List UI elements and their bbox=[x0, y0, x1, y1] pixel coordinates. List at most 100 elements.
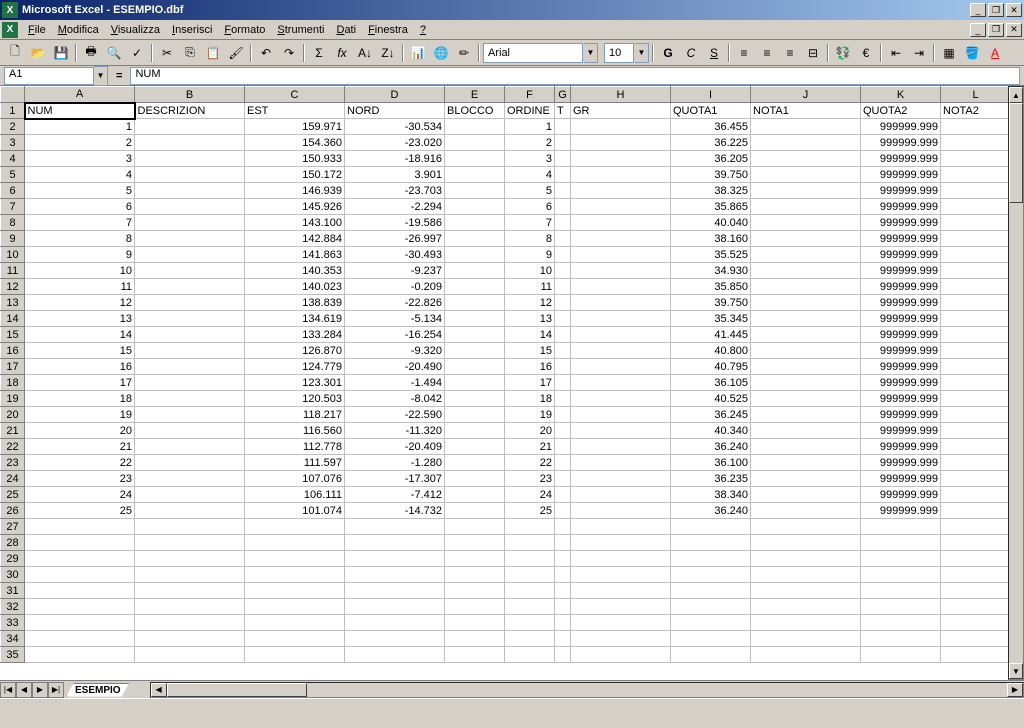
cell[interactable] bbox=[571, 167, 671, 183]
save-icon[interactable]: 💾 bbox=[50, 42, 72, 64]
cell[interactable]: 112.778 bbox=[245, 439, 345, 455]
new-icon[interactable]: 🗋 bbox=[4, 42, 26, 64]
row-header[interactable]: 21 bbox=[1, 423, 25, 439]
cell[interactable] bbox=[345, 567, 445, 583]
cell[interactable] bbox=[555, 199, 571, 215]
row-header[interactable]: 17 bbox=[1, 359, 25, 375]
menu-finestra[interactable]: Finestra bbox=[362, 22, 414, 38]
cell[interactable] bbox=[941, 503, 1011, 519]
scroll-up-icon[interactable]: ▲ bbox=[1009, 87, 1023, 103]
spreadsheet-grid[interactable]: ABCDEFGHIJKL1NUMDESCRIZIONESTNORDBLOCCOO… bbox=[0, 86, 1011, 663]
cell[interactable] bbox=[505, 519, 555, 535]
col-header-D[interactable]: D bbox=[345, 87, 445, 103]
cell[interactable]: 25 bbox=[25, 503, 135, 519]
font-combo[interactable]: Arial bbox=[483, 43, 583, 63]
cell[interactable] bbox=[445, 359, 505, 375]
cell[interactable] bbox=[571, 199, 671, 215]
cell[interactable] bbox=[941, 455, 1011, 471]
cell[interactable]: 6 bbox=[505, 199, 555, 215]
cell[interactable] bbox=[25, 631, 135, 647]
cell[interactable]: 20 bbox=[505, 423, 555, 439]
cell[interactable]: 35.865 bbox=[671, 199, 751, 215]
last-sheet-icon[interactable]: ▶| bbox=[48, 682, 64, 698]
cell[interactable]: 41.445 bbox=[671, 327, 751, 343]
cell[interactable] bbox=[555, 279, 571, 295]
cell[interactable] bbox=[571, 647, 671, 663]
cell[interactable]: 134.619 bbox=[245, 311, 345, 327]
cell[interactable] bbox=[941, 583, 1011, 599]
cell[interactable] bbox=[941, 519, 1011, 535]
cell[interactable] bbox=[135, 519, 245, 535]
col-header-B[interactable]: B bbox=[135, 87, 245, 103]
cell[interactable] bbox=[571, 503, 671, 519]
cell[interactable]: 36.455 bbox=[671, 119, 751, 135]
cell[interactable] bbox=[941, 135, 1011, 151]
cell[interactable] bbox=[505, 567, 555, 583]
cell[interactable] bbox=[751, 375, 861, 391]
align-center-icon[interactable]: ≡ bbox=[756, 42, 778, 64]
cell[interactable]: 14 bbox=[25, 327, 135, 343]
cell[interactable] bbox=[571, 247, 671, 263]
cell[interactable] bbox=[135, 375, 245, 391]
cell[interactable]: -8.042 bbox=[345, 391, 445, 407]
cell[interactable] bbox=[555, 567, 571, 583]
cell[interactable] bbox=[941, 343, 1011, 359]
cell[interactable]: 124.779 bbox=[245, 359, 345, 375]
cell[interactable]: 23 bbox=[25, 471, 135, 487]
cell[interactable] bbox=[135, 327, 245, 343]
cell[interactable] bbox=[445, 487, 505, 503]
cell[interactable]: 138.839 bbox=[245, 295, 345, 311]
cell[interactable]: 101.074 bbox=[245, 503, 345, 519]
cell[interactable] bbox=[671, 583, 751, 599]
cell[interactable]: 140.353 bbox=[245, 263, 345, 279]
cell[interactable] bbox=[751, 343, 861, 359]
cell[interactable]: -9.237 bbox=[345, 263, 445, 279]
currency-icon[interactable]: 💱 bbox=[832, 42, 854, 64]
cell[interactable]: 142.884 bbox=[245, 231, 345, 247]
cell[interactable]: 36.225 bbox=[671, 135, 751, 151]
cell[interactable]: 13 bbox=[505, 311, 555, 327]
cell[interactable] bbox=[135, 551, 245, 567]
euro-icon[interactable]: € bbox=[855, 42, 877, 64]
cell[interactable] bbox=[555, 551, 571, 567]
cell[interactable] bbox=[751, 359, 861, 375]
align-left-icon[interactable]: ≡ bbox=[733, 42, 755, 64]
cell[interactable]: 21 bbox=[505, 439, 555, 455]
cell[interactable] bbox=[25, 647, 135, 663]
cell[interactable]: 3.901 bbox=[345, 167, 445, 183]
cell[interactable] bbox=[941, 567, 1011, 583]
minimize-button[interactable]: _ bbox=[970, 3, 986, 17]
cell[interactable]: 36.240 bbox=[671, 439, 751, 455]
cell[interactable] bbox=[861, 615, 941, 631]
cell[interactable] bbox=[135, 503, 245, 519]
row-header[interactable]: 2 bbox=[1, 119, 25, 135]
cell[interactable] bbox=[445, 551, 505, 567]
cell[interactable] bbox=[345, 631, 445, 647]
cell[interactable] bbox=[941, 359, 1011, 375]
cell[interactable] bbox=[445, 167, 505, 183]
preview-icon[interactable]: 🔍 bbox=[103, 42, 125, 64]
row-header[interactable]: 8 bbox=[1, 215, 25, 231]
cell[interactable] bbox=[941, 615, 1011, 631]
cell[interactable] bbox=[555, 151, 571, 167]
cell[interactable] bbox=[571, 311, 671, 327]
cell[interactable] bbox=[555, 583, 571, 599]
cell[interactable]: 36.245 bbox=[671, 407, 751, 423]
cell[interactable] bbox=[445, 135, 505, 151]
underline-button[interactable]: S bbox=[703, 42, 725, 64]
cell[interactable]: 36.235 bbox=[671, 471, 751, 487]
cell[interactable]: 154.360 bbox=[245, 135, 345, 151]
cell[interactable]: -9.320 bbox=[345, 343, 445, 359]
cell[interactable]: 5 bbox=[25, 183, 135, 199]
cell[interactable] bbox=[751, 119, 861, 135]
row-header[interactable]: 33 bbox=[1, 615, 25, 631]
cell[interactable] bbox=[941, 631, 1011, 647]
cell[interactable] bbox=[505, 551, 555, 567]
cell[interactable] bbox=[751, 295, 861, 311]
cell[interactable] bbox=[751, 471, 861, 487]
cell[interactable] bbox=[135, 615, 245, 631]
cell[interactable]: 38.325 bbox=[671, 183, 751, 199]
cell[interactable]: 999999.999 bbox=[861, 311, 941, 327]
cell[interactable] bbox=[345, 599, 445, 615]
cell[interactable]: 3 bbox=[505, 151, 555, 167]
